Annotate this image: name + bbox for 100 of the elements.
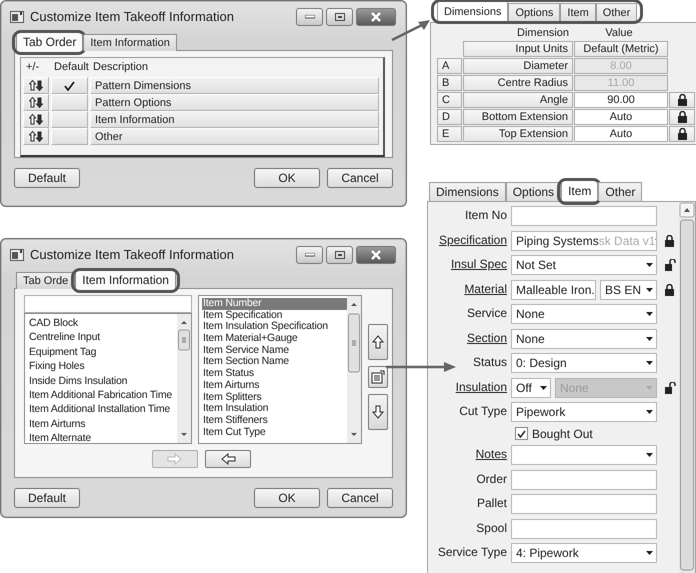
list-item[interactable]: Item Additional Fabrication Time (28, 388, 177, 402)
field-link[interactable]: Insulation (456, 378, 507, 398)
dialog-button[interactable]: Default (14, 168, 80, 188)
close-button[interactable] (356, 8, 396, 26)
field-link[interactable]: Material (464, 280, 507, 300)
list-item[interactable]: Item Section Name (202, 356, 347, 368)
dialog-button[interactable]: Default (14, 488, 80, 508)
padlock-icon[interactable] (665, 284, 674, 296)
minimize-button[interactable] (296, 8, 323, 26)
tab[interactable]: Other (596, 3, 638, 22)
field-link[interactable]: Section (466, 328, 507, 348)
units-dropdown[interactable]: Default (Metric) (574, 41, 668, 57)
lock-toggle[interactable] (669, 92, 695, 108)
move-cell[interactable] (23, 77, 49, 94)
dropdown-field[interactable]: None (511, 304, 657, 324)
open-padlock-icon[interactable] (665, 382, 676, 394)
tab[interactable]: Options (508, 3, 560, 22)
list-item[interactable]: Item Cut Type (202, 426, 347, 438)
dropdown-field[interactable]: Piping Systemssk Data v1 (511, 230, 657, 250)
dialog-button[interactable]: OK (254, 168, 320, 188)
close-button[interactable] (356, 246, 396, 264)
dropdown-field[interactable]: None (511, 328, 657, 348)
list-item[interactable]: Item Number (202, 298, 347, 310)
value-field[interactable]: Auto (574, 126, 668, 142)
list-item[interactable]: Item Insulation (202, 403, 347, 415)
input-field[interactable] (511, 494, 657, 514)
tab[interactable]: Options (506, 182, 562, 201)
lock-toggle[interactable] (669, 109, 695, 125)
dropdown-field[interactable]: 0: Design (511, 353, 657, 373)
dropdown-field[interactable]: BS EN (600, 280, 657, 300)
scrollbar[interactable] (347, 296, 361, 443)
list-item[interactable]: Item Airturns (202, 380, 347, 392)
input-field[interactable] (511, 518, 657, 538)
dropdown-field[interactable]: Malleable Iron.. (511, 280, 596, 300)
padlock-icon[interactable] (678, 111, 686, 123)
dialog-button[interactable]: OK (254, 488, 320, 508)
padlock-icon[interactable] (678, 128, 686, 140)
input-field[interactable] (511, 206, 657, 226)
default-cell[interactable] (51, 94, 88, 111)
column-header: +/- (25, 60, 40, 75)
padlock-icon[interactable] (665, 234, 674, 246)
dropdown-field[interactable]: Off (511, 378, 551, 398)
move-up-button[interactable] (368, 324, 388, 360)
dialog-button[interactable]: Cancel (327, 488, 393, 508)
row-header[interactable]: D (437, 109, 462, 125)
dropdown-field[interactable]: 4: Pipework (511, 543, 657, 563)
default-cell[interactable] (51, 128, 88, 145)
maximize-button[interactable] (326, 8, 353, 26)
list-item[interactable]: Equipment Tag (28, 344, 177, 360)
list-item[interactable]: Item Specification (202, 310, 347, 322)
dialog-button[interactable]: Cancel (327, 168, 393, 188)
minimize-button[interactable] (296, 246, 323, 264)
list-item[interactable]: Item Splitters (202, 392, 347, 404)
move-down-button[interactable] (368, 394, 388, 430)
move-item-button[interactable] (205, 450, 251, 468)
field-link[interactable]: Specification (438, 230, 507, 250)
lock-toggle[interactable] (669, 126, 695, 142)
list-item[interactable]: Centreline Input (28, 330, 177, 345)
list-item[interactable]: Item Insulation Specification (202, 321, 347, 334)
list-item[interactable]: Item Status (202, 368, 347, 380)
default-cell[interactable] (51, 111, 88, 128)
tab[interactable]: Tab Orde (16, 272, 76, 289)
list-item[interactable]: Item Additional Installation Time (28, 402, 177, 417)
field-label: Cut Type (459, 403, 507, 420)
value-field[interactable]: 90.00 (574, 92, 668, 108)
tab[interactable]: Dimensions (437, 1, 508, 22)
scrollbar[interactable] (177, 314, 191, 443)
move-cell[interactable] (23, 111, 49, 128)
field-link[interactable]: Insul Spec (450, 255, 507, 275)
list-item[interactable]: Item Airturns (28, 416, 177, 432)
list-item[interactable]: Item Service Name (202, 344, 347, 356)
field-link[interactable]: Notes (476, 445, 507, 465)
list-item[interactable]: Item Stiffeners (202, 414, 347, 427)
dropdown-field[interactable] (511, 445, 657, 465)
tab[interactable]: Other (598, 182, 642, 201)
search-field[interactable] (24, 295, 192, 313)
dropdown-field[interactable]: Not Set (511, 255, 657, 275)
move-cell[interactable] (23, 128, 49, 145)
default-cell[interactable] (51, 77, 88, 94)
list-item[interactable]: Item Material+Gauge (202, 333, 347, 345)
tab[interactable]: Dimensions (429, 182, 506, 201)
row-header[interactable]: E (437, 126, 462, 142)
list-item[interactable]: Inside Dims Insulation (28, 374, 177, 388)
tab[interactable]: Item Information (83, 34, 177, 51)
open-padlock-icon[interactable] (665, 259, 676, 271)
move-cell[interactable] (23, 94, 49, 111)
list-item[interactable]: CAD Block (28, 316, 177, 330)
down-arrow-icon (372, 405, 384, 419)
value-field[interactable]: Auto (574, 109, 668, 125)
maximize-button[interactable] (326, 246, 353, 264)
scrollbar[interactable] (679, 202, 695, 573)
dropdown-field[interactable]: Pipework (511, 402, 657, 422)
list-item[interactable]: Item Alternate (28, 431, 177, 443)
padlock-icon[interactable] (678, 94, 686, 106)
row-header[interactable]: C (437, 92, 462, 108)
list-item[interactable]: Fixing Holes (28, 359, 177, 374)
tab[interactable]: Item (560, 3, 596, 22)
checkbox[interactable] (515, 427, 528, 440)
properties-button[interactable] (368, 366, 388, 388)
input-field[interactable] (511, 470, 657, 490)
